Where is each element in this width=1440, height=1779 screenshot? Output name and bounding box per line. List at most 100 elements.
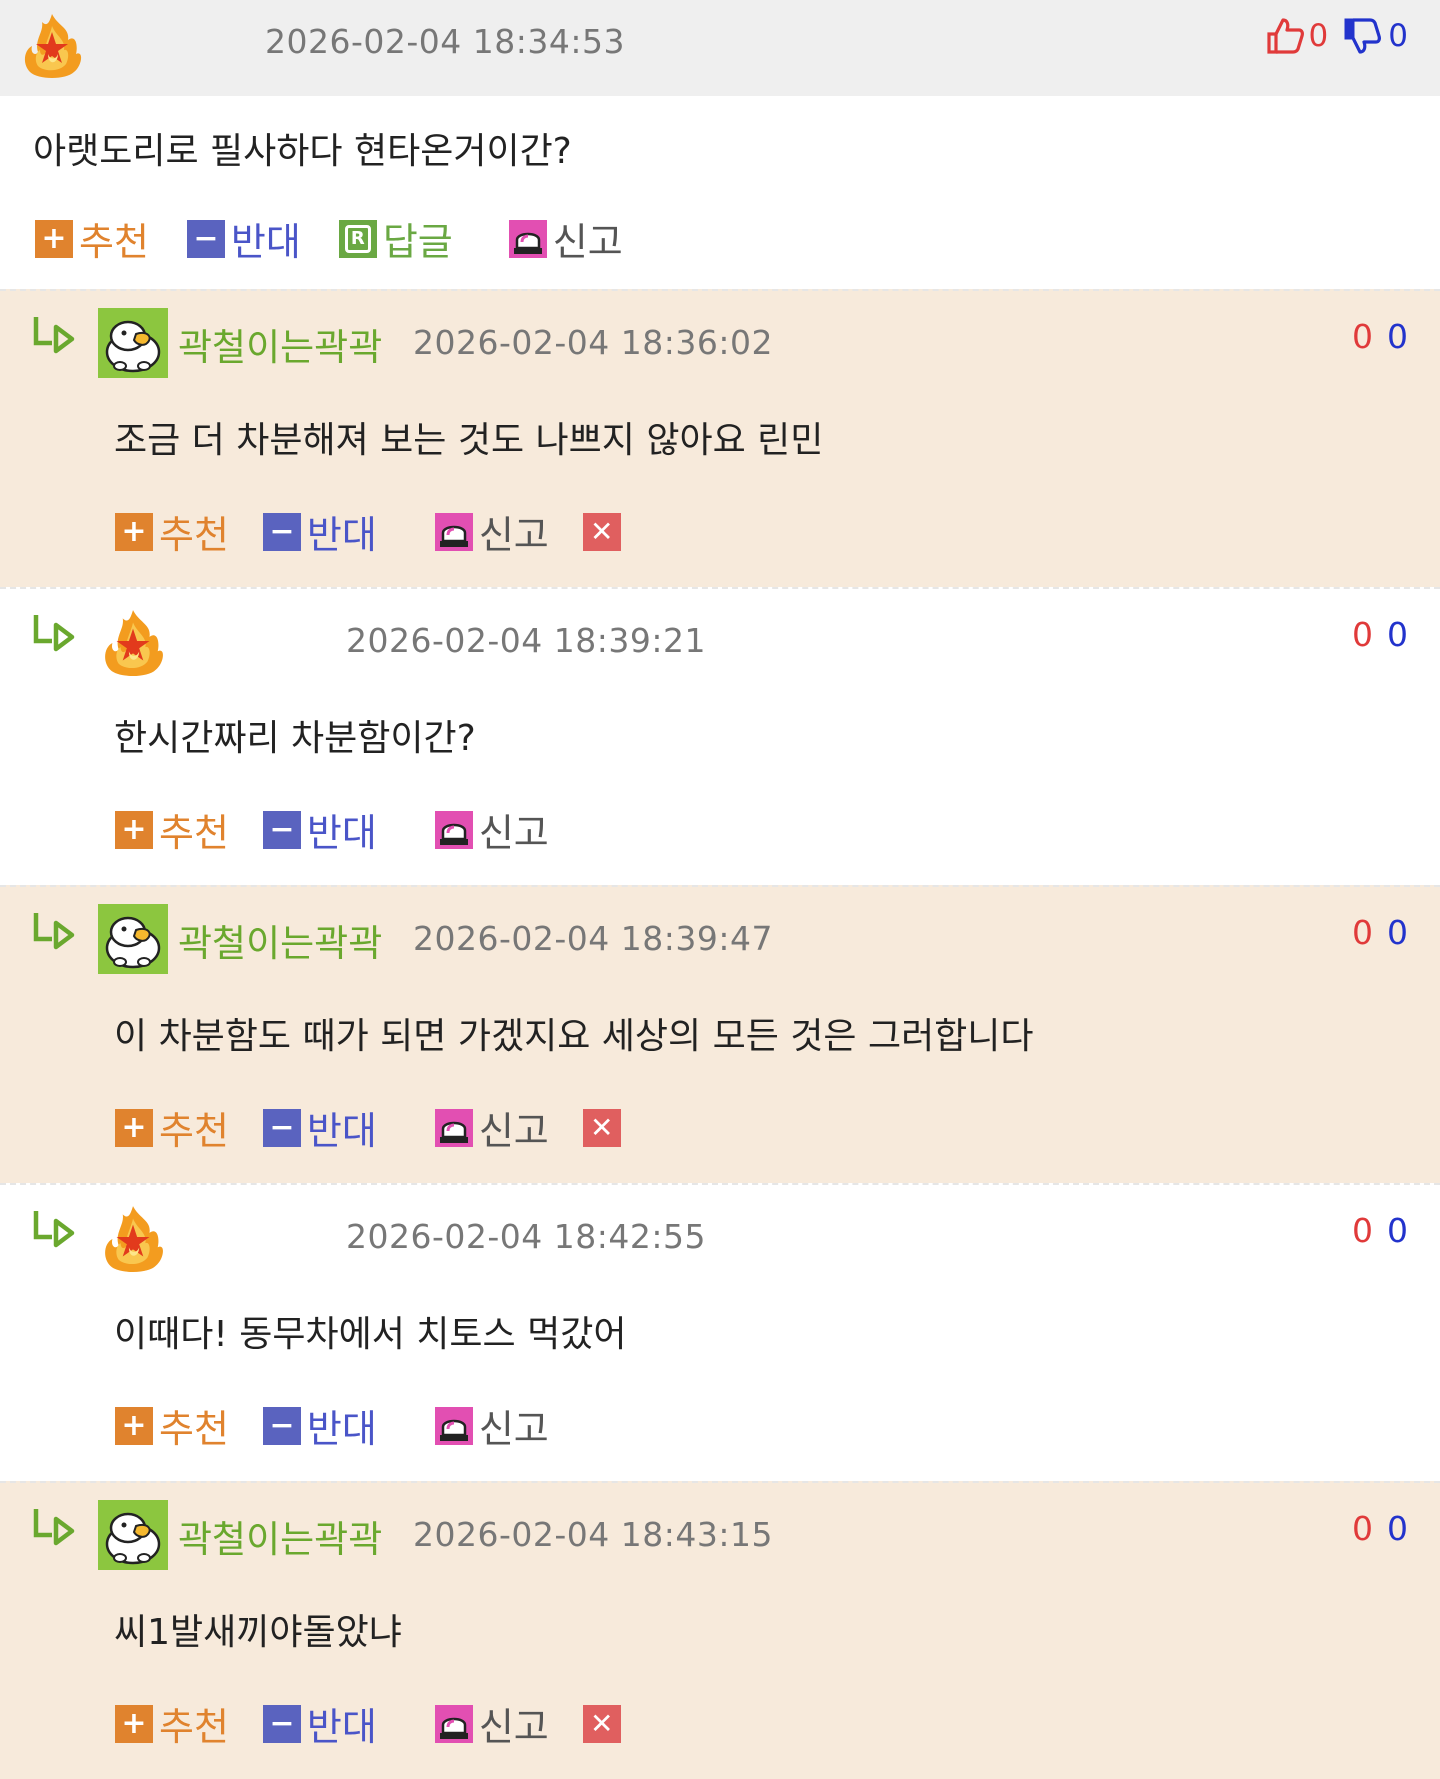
- plus-icon: +: [115, 1108, 153, 1147]
- siren-icon: [434, 512, 473, 551]
- reply-dislike-count: 0: [1387, 1211, 1408, 1250]
- reply-date: 2026-02-04 18:39:47: [413, 919, 773, 958]
- minus-icon: −: [262, 512, 301, 551]
- report-label: 신고: [478, 1109, 549, 1153]
- reply-date: 2026-02-04 18:43:15: [413, 1515, 773, 1554]
- recommend-label: 추천: [159, 1705, 229, 1749]
- siren-icon: [434, 1406, 473, 1445]
- reply-like-count: 0: [1352, 317, 1373, 356]
- siren-icon: [508, 219, 547, 258]
- reply-content: 이 차분함도 때가 되면 가겠지요 세상의 모든 것은 그러합니다: [114, 1016, 1034, 1057]
- recommend-button[interactable]: + 추천: [35, 211, 149, 266]
- report-button[interactable]: 신고: [434, 1100, 549, 1155]
- recommend-label: 추천: [159, 1407, 229, 1451]
- oppose-label: 반대: [306, 513, 377, 557]
- report-button[interactable]: 신고: [434, 1398, 549, 1453]
- plus-icon: +: [115, 810, 153, 849]
- report-label: 신고: [478, 1407, 549, 1451]
- post-header: 2026-02-04 18:34:53 0 0: [0, 0, 1440, 96]
- reply-nickname[interactable]: 곽철이는곽곽: [178, 913, 382, 967]
- thumbs-down-icon[interactable]: [1342, 16, 1382, 56]
- report-label: 신고: [478, 1705, 549, 1749]
- reply-arrow-icon: [30, 611, 78, 657]
- close-icon: ✕: [582, 512, 621, 551]
- minus-icon: −: [262, 1108, 301, 1147]
- recommend-button[interactable]: + 추천: [115, 802, 229, 857]
- oppose-button[interactable]: − 반대: [262, 1398, 377, 1453]
- plus-icon: +: [115, 1704, 153, 1743]
- reply-date: 2026-02-04 18:36:02: [413, 323, 773, 362]
- duck-avatar-icon[interactable]: [98, 904, 168, 974]
- reply-actions: + 추천 − 반대 신고 ✕: [115, 1696, 661, 1751]
- plus-icon: +: [115, 512, 153, 551]
- minus-icon: −: [186, 219, 225, 258]
- report-button[interactable]: 신고: [434, 1696, 549, 1751]
- recommend-button[interactable]: + 추천: [115, 1398, 229, 1453]
- duck-avatar-icon[interactable]: [98, 1500, 168, 1570]
- oppose-button[interactable]: − 반대: [262, 504, 377, 559]
- thumbs-up-icon[interactable]: [1265, 16, 1305, 56]
- siren-icon: [434, 810, 473, 849]
- report-button[interactable]: 신고: [434, 504, 549, 559]
- recommend-label: 추천: [159, 1109, 229, 1153]
- oppose-button[interactable]: − 반대: [262, 1100, 377, 1155]
- duck-avatar-icon[interactable]: [98, 308, 168, 378]
- reply-actions: + 추천 − 반대 신고 ✕: [115, 504, 661, 559]
- recommend-label: 추천: [159, 513, 229, 557]
- siren-icon: [434, 1704, 473, 1743]
- fire-avatar-icon[interactable]: [18, 10, 86, 78]
- delete-button[interactable]: ✕: [582, 1108, 627, 1147]
- recommend-button[interactable]: + 추천: [115, 504, 229, 559]
- report-label: 신고: [478, 811, 549, 855]
- fire-avatar-icon[interactable]: [98, 1202, 168, 1272]
- reply-item: 곽철이는곽곽 2026-02-04 18:43:15 00 씨1발새끼야돌았냐 …: [0, 1481, 1440, 1779]
- oppose-label: 반대: [306, 811, 377, 855]
- oppose-label: 반대: [306, 1705, 377, 1749]
- delete-button[interactable]: ✕: [582, 1704, 627, 1743]
- minus-icon: −: [262, 810, 301, 849]
- reply-item: 2026-02-04 18:42:55 00 이때다! 동무차에서 치토스 먹갔…: [0, 1183, 1440, 1481]
- reply-item: 곽철이는곽곽 2026-02-04 18:39:47 00 이 차분함도 때가 …: [0, 885, 1440, 1183]
- reply-content: 이때다! 동무차에서 치토스 먹갔어: [114, 1314, 627, 1355]
- reply-content: 씨1발새끼야돌았냐: [114, 1612, 402, 1653]
- oppose-button[interactable]: − 반대: [186, 211, 301, 266]
- oppose-label: 반대: [230, 220, 301, 264]
- post-content: 아랫도리로 필사하다 현타온거이간?: [33, 131, 572, 172]
- minus-icon: −: [262, 1704, 301, 1743]
- oppose-label: 반대: [306, 1407, 377, 1451]
- reply-like-count: 0: [1352, 1211, 1373, 1250]
- report-label: 신고: [478, 513, 549, 557]
- delete-button[interactable]: ✕: [582, 512, 627, 551]
- report-button[interactable]: 신고: [434, 802, 549, 857]
- fire-avatar-icon[interactable]: [98, 606, 168, 676]
- reply-dislike-count: 0: [1387, 615, 1408, 654]
- report-label: 신고: [552, 220, 623, 264]
- reply-dislike-count: 0: [1387, 317, 1408, 356]
- recommend-label: 추천: [159, 811, 229, 855]
- reply-votes: 00: [1352, 1509, 1408, 1548]
- report-button[interactable]: 신고: [508, 211, 623, 266]
- post-votes: 0 0: [1265, 16, 1408, 56]
- reply-nickname[interactable]: 곽철이는곽곽: [178, 317, 382, 371]
- post-actions: + 추천 − 반대 R 답글 신고: [35, 211, 661, 266]
- reply-votes: 00: [1352, 317, 1408, 356]
- recommend-button[interactable]: + 추천: [115, 1696, 229, 1751]
- reply-arrow-icon: [30, 1207, 78, 1253]
- reply-button[interactable]: R 답글: [338, 211, 453, 266]
- plus-icon: +: [35, 219, 73, 258]
- oppose-button[interactable]: − 반대: [262, 802, 377, 857]
- reply-votes: 00: [1352, 615, 1408, 654]
- post-date: 2026-02-04 18:34:53: [265, 22, 625, 61]
- reply-item: 2026-02-04 18:39:21 00 한시간짜리 차분함이간? + 추천 …: [0, 587, 1440, 885]
- oppose-button[interactable]: − 반대: [262, 1696, 377, 1751]
- reply-arrow-icon: [30, 1505, 78, 1551]
- reply-date: 2026-02-04 18:42:55: [346, 1217, 706, 1256]
- reply-item: 곽철이는곽곽 2026-02-04 18:36:02 00 조금 더 차분해져 …: [0, 289, 1440, 587]
- minus-icon: −: [262, 1406, 301, 1445]
- reply-actions: + 추천 − 반대 신고: [115, 1398, 583, 1453]
- reply-icon: R: [338, 219, 377, 258]
- reply-dislike-count: 0: [1387, 1509, 1408, 1548]
- recommend-button[interactable]: + 추천: [115, 1100, 229, 1155]
- reply-nickname[interactable]: 곽철이는곽곽: [178, 1509, 382, 1563]
- reply-label: 답글: [382, 220, 453, 264]
